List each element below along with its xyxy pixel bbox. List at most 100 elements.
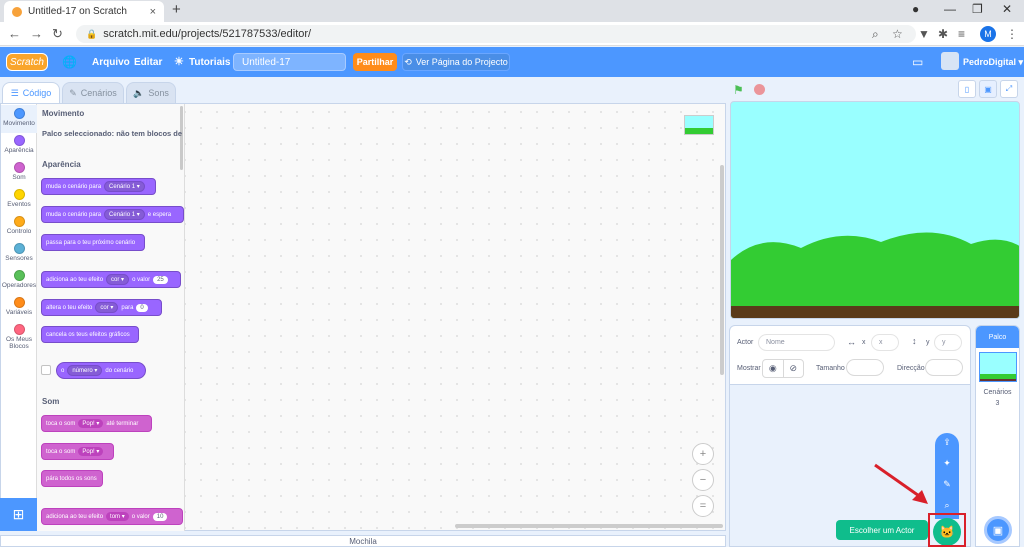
workspace-vertical-scrollbar[interactable] — [720, 165, 724, 375]
back-icon[interactable]: ← — [8, 26, 21, 41]
effect-dropdown[interactable]: cor ▾ — [106, 274, 130, 285]
globe-language-icon[interactable]: 🌐 — [62, 55, 77, 69]
workspace-stage-thumbnail — [684, 115, 714, 135]
browser-menu-icon[interactable]: ⋮ — [1006, 27, 1018, 41]
block-start-sound[interactable]: toca o som Pop! ▾ — [41, 443, 114, 460]
category-motion[interactable]: Movimento — [1, 105, 37, 133]
forward-icon[interactable]: → — [30, 26, 43, 41]
tab-sounds[interactable]: 🔈 Sons — [126, 82, 176, 103]
upload-sprite-icon[interactable]: ⇪ — [940, 437, 954, 448]
category-events[interactable]: Eventos — [1, 189, 37, 208]
block-clear-effects[interactable]: cancela os teus efeitos gráficos — [41, 326, 139, 343]
effect-value-input[interactable]: 0 — [136, 303, 148, 312]
reload-icon[interactable]: ↻ — [52, 26, 63, 42]
surprise-sprite-icon[interactable]: ✦ — [940, 458, 954, 469]
stop-icon[interactable] — [754, 84, 765, 95]
category-control[interactable]: Controlo — [1, 216, 37, 235]
block-text: do cenário — [105, 367, 134, 374]
fullscreen-button[interactable]: ⤢ — [1000, 80, 1018, 98]
menu-tutorials[interactable]: Tutoriais — [189, 57, 230, 68]
block-set-effect[interactable]: altera o teu efeito cor ▾ para 0 — [41, 299, 162, 316]
tab-backdrops[interactable]: ✎ Cenários — [62, 82, 124, 103]
share-button[interactable]: Partilhar — [353, 53, 397, 71]
sound-dropdown[interactable]: Pop! ▾ — [78, 419, 104, 428]
reading-list-icon[interactable]: ≡ — [958, 27, 965, 41]
address-bar[interactable]: 🔒 scratch.mit.edu/projects/521787533/edi… — [76, 25, 916, 43]
x-input[interactable]: x — [871, 334, 899, 351]
category-sound[interactable]: Som — [1, 162, 37, 181]
sound-dropdown[interactable]: Pop! ▾ — [78, 447, 104, 456]
block-switch-backdrop-wait[interactable]: muda o cenário para Cenário 1 ▾ e espera — [41, 206, 184, 223]
paint-sprite-icon[interactable]: ✎ — [940, 479, 954, 490]
category-variables[interactable]: Variáveis — [1, 297, 37, 316]
block-next-backdrop[interactable]: passa para o teu próximo cenário — [41, 234, 145, 251]
category-sensing[interactable]: Sensores — [1, 243, 37, 262]
sound-effect-dropdown[interactable]: tom ▾ — [106, 512, 129, 521]
tab-search-icon[interactable]: ● — [912, 2, 919, 16]
show-eye-icon[interactable]: ◉ — [763, 360, 784, 377]
backdrop-dropdown[interactable]: Cenário 1 ▾ — [104, 209, 145, 220]
menu-edit[interactable]: Editar — [134, 57, 162, 68]
sound-effect-value-input[interactable]: 10 — [152, 512, 168, 521]
block-text: até terminar — [106, 420, 139, 427]
effect-value-input[interactable]: 25 — [153, 275, 168, 284]
username-menu[interactable]: PedroDigital ▾ — [963, 57, 1023, 68]
hide-eye-icon[interactable]: ⊘ — [784, 360, 804, 377]
dropdown-value: Pop! — [82, 421, 95, 427]
stage-canvas[interactable] — [730, 101, 1020, 319]
extension-filter-icon[interactable]: ▼ — [918, 27, 930, 41]
block-switch-backdrop[interactable]: muda o cenário para Cenário 1 ▾ — [41, 178, 156, 195]
backpack-bar[interactable]: Mochila — [0, 535, 726, 547]
category-my-blocks[interactable]: Os Meus Blocos — [1, 324, 37, 350]
block-change-effect[interactable]: adiciona ao teu efeito cor ▾ o valor 25 — [41, 271, 181, 288]
block-stop-all-sounds[interactable]: pára todos os sons — [41, 470, 103, 487]
small-stage-button[interactable]: ▯ — [958, 80, 976, 98]
add-extension-button[interactable]: ⊞ — [0, 498, 37, 531]
scratch-logo[interactable]: Scratch — [6, 53, 48, 71]
see-project-page-button[interactable]: ⟲ Ver Página do Projecto — [402, 53, 510, 71]
new-tab-button[interactable]: + — [172, 1, 181, 18]
username-label: PedroDigital — [963, 57, 1017, 67]
minimize-icon[interactable]: — — [944, 2, 956, 16]
sprite-name-input[interactable]: Nome — [758, 334, 835, 351]
profile-avatar[interactable]: M — [980, 26, 996, 42]
y-input[interactable]: y — [934, 334, 962, 351]
workspace-horizontal-scrollbar[interactable] — [455, 524, 723, 528]
user-avatar[interactable] — [941, 52, 959, 70]
category-operators[interactable]: Operadores — [1, 270, 37, 289]
zoom-out-button[interactable]: − — [692, 469, 714, 491]
tab-code[interactable]: ☰ Código — [2, 82, 60, 103]
choose-backdrop-button[interactable]: ▣ — [984, 516, 1012, 544]
my-stuff-folder-icon[interactable]: ▭ — [912, 55, 923, 69]
bookmark-star-icon[interactable]: ☆ — [892, 27, 903, 41]
category-looks[interactable]: Aparência — [1, 135, 37, 154]
block-backdrop-number[interactable]: o número ▾ do cenário — [56, 362, 146, 379]
zoom-icon[interactable]: ⌕ — [872, 27, 879, 42]
number-name-dropdown[interactable]: número ▾ — [67, 365, 103, 376]
project-title-input[interactable]: Untitled-17 — [233, 53, 346, 71]
annotation-arrow — [874, 463, 928, 504]
zoom-in-button[interactable]: + — [692, 443, 714, 465]
backdrop-dropdown[interactable]: Cenário 1 ▾ — [104, 181, 145, 192]
tab-code-label: Código — [22, 88, 52, 98]
effect-dropdown[interactable]: cor ▾ — [95, 302, 119, 313]
tab-close-icon[interactable]: × — [150, 6, 156, 18]
block-text: o valor — [131, 513, 150, 520]
zoom-reset-button[interactable]: = — [692, 495, 714, 517]
green-flag-icon[interactable]: ⚑ — [733, 83, 744, 97]
stage-thumbnail[interactable] — [979, 352, 1017, 382]
backdrop-number-checkbox[interactable] — [41, 365, 51, 375]
block-change-sound-effect[interactable]: adiciona ao teu efeito tom ▾ o valor 10 — [41, 508, 183, 525]
palette-scrollbar[interactable] — [180, 106, 183, 170]
thumbnail-grass — [685, 128, 713, 134]
browser-tab[interactable]: Untitled-17 on Scratch × — [4, 1, 164, 22]
menu-file[interactable]: Arquivo — [92, 57, 130, 68]
block-play-sound-until-done[interactable]: toca o som Pop! ▾ até terminar — [41, 415, 152, 432]
window-close-icon[interactable]: ✕ — [1002, 2, 1012, 16]
maximize-icon[interactable]: ❐ — [972, 2, 983, 16]
extensions-puzzle-icon[interactable]: ✱ — [938, 27, 948, 41]
size-input[interactable] — [846, 359, 884, 376]
direction-input[interactable] — [925, 359, 963, 376]
search-sprite-icon[interactable]: ⌕ — [940, 500, 954, 511]
large-stage-button[interactable]: ▣ — [979, 80, 997, 98]
